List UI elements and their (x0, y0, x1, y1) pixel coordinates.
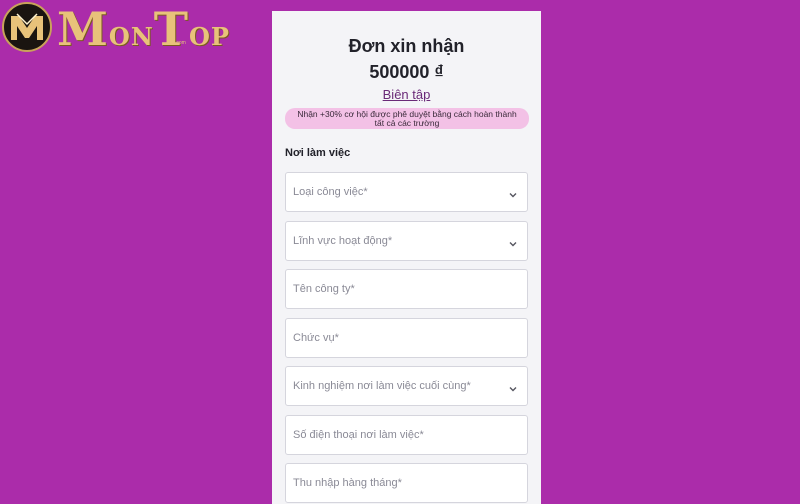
application-form-panel: Đơn xin nhận 500000 ₫ Biên tập Nhận +30%… (272, 11, 541, 504)
logo-emblem-icon (2, 2, 52, 52)
logo-domain: .com (175, 40, 186, 46)
chevron-down-icon (508, 236, 518, 247)
field-placeholder: Tên công ty* (293, 283, 355, 295)
promo-banner: Nhận +30% cơ hội được phê duyệt bằng các… (285, 108, 529, 129)
logo-wordmark: M ON T OP (57, 2, 230, 52)
edit-link[interactable]: Biên tập (272, 87, 541, 102)
industry-select[interactable]: Lĩnh vực hoạt động* (285, 221, 528, 261)
field-placeholder: Số điện thoại nơi làm việc* (293, 429, 424, 441)
field-placeholder: Loại công việc* (293, 186, 368, 198)
company-name-input[interactable]: Tên công ty* (285, 269, 528, 309)
monthly-income-input[interactable]: Thu nhập hàng tháng* (285, 463, 528, 503)
last-job-experience-select[interactable]: Kinh nghiệm nơi làm việc cuối cùng* (285, 366, 528, 406)
field-placeholder: Lĩnh vực hoạt động* (293, 235, 393, 247)
logo-letters-on: ON (108, 22, 154, 51)
field-placeholder: Thu nhập hàng tháng* (293, 477, 402, 489)
chevron-down-icon (508, 381, 518, 392)
position-input[interactable]: Chức vụ* (285, 318, 528, 358)
work-phone-input[interactable]: Số điện thoại nơi làm việc* (285, 415, 528, 455)
section-title-workplace: Nơi làm việc (285, 147, 351, 159)
field-placeholder: Kinh nghiệm nơi làm việc cuối cùng* (293, 380, 471, 392)
form-title: Đơn xin nhận (348, 36, 465, 56)
logo-letter-m: M (57, 2, 109, 56)
site-logo[interactable]: M ON T OP .com (0, 0, 229, 56)
logo-letters-op: OP (189, 22, 230, 51)
field-placeholder: Chức vụ* (293, 332, 339, 344)
chevron-down-icon (508, 187, 518, 198)
loan-amount: 500000 ₫ (369, 62, 444, 82)
job-type-select[interactable]: Loại công việc* (285, 172, 528, 212)
